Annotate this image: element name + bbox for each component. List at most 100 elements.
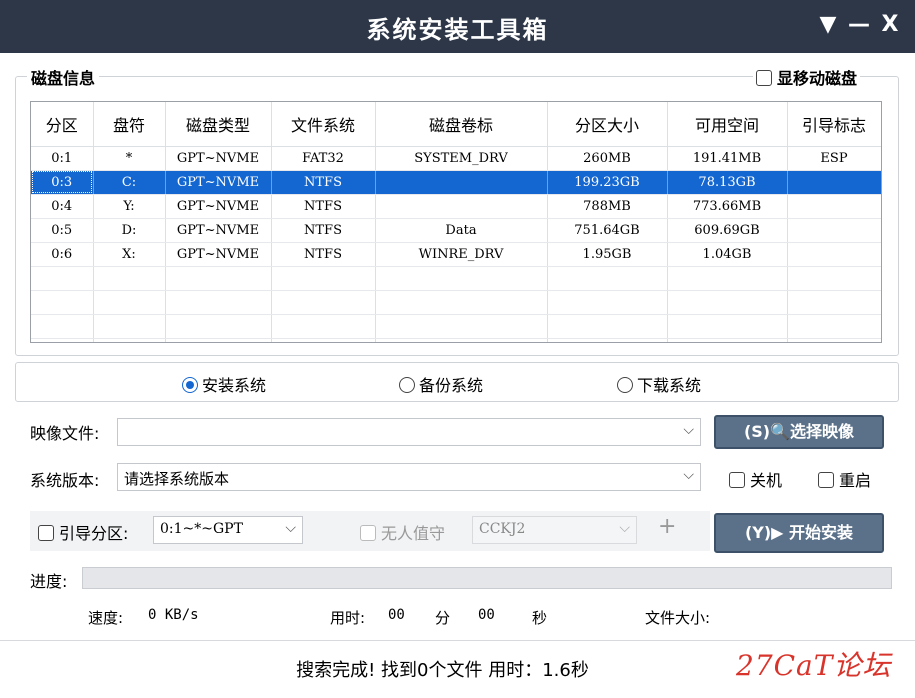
- progress-bar: [82, 567, 892, 589]
- unattended-checkbox[interactable]: 无人值守: [360, 520, 445, 544]
- minutes-unit: 分: [435, 609, 451, 627]
- checkbox-icon: [38, 525, 54, 541]
- table-cell: 0:3: [31, 170, 94, 195]
- backup-system-radio[interactable]: 备份系统: [399, 372, 483, 396]
- add-icon[interactable]: +: [658, 514, 676, 539]
- table-row[interactable]: 0:6 X: GPT~NVME NTFS WINRE_DRV 1.95GB 1.04GB: [31, 242, 881, 267]
- table-cell: [271, 314, 376, 339]
- table-cell: SYSTEM_DRV: [375, 146, 548, 171]
- table-cell: [787, 194, 881, 219]
- table-cell: [93, 314, 166, 339]
- backup-system-label: 备份系统: [419, 376, 484, 395]
- boot-partition-checkbox[interactable]: 引导分区:: [38, 520, 128, 544]
- table-cell: [165, 266, 272, 291]
- table-cell: [31, 290, 94, 315]
- table-cell: WINRE_DRV: [375, 242, 548, 267]
- table-cell: [93, 338, 166, 342]
- boot-partition-label: 引导分区:: [59, 524, 129, 543]
- table-cell: 260MB: [547, 146, 668, 171]
- elapsed-label: 用时:: [330, 609, 366, 627]
- table-cell: [667, 314, 788, 339]
- table-cell: [787, 242, 881, 267]
- chevron-down-icon[interactable]: ⌵: [683, 422, 694, 438]
- table-cell: 609.69GB: [667, 218, 788, 243]
- show-removable-label: 显移动磁盘: [777, 69, 858, 88]
- start-install-button[interactable]: (Y)▶ 开始安装: [714, 513, 884, 553]
- progress-label: 进度:: [30, 572, 68, 591]
- table-cell: [31, 266, 94, 291]
- radio-icon: [399, 377, 415, 393]
- column-header[interactable]: 分区大小: [547, 102, 668, 147]
- column-header[interactable]: 磁盘类型: [165, 102, 272, 147]
- column-header[interactable]: 分区: [31, 102, 94, 147]
- title-bar: 系统安装工具箱 ▼ — X: [0, 0, 915, 53]
- unattended-combo[interactable]: CCKJ2 ⌵: [472, 516, 637, 544]
- table-cell: [375, 290, 548, 315]
- shutdown-label: 关机: [750, 471, 783, 490]
- chevron-down-icon[interactable]: ⌵: [619, 520, 630, 536]
- table-cell: 788MB: [547, 194, 668, 219]
- table-cell: [667, 338, 788, 342]
- seconds-unit: 秒: [532, 609, 548, 627]
- table-cell: [787, 314, 881, 339]
- empty-row: [31, 266, 881, 291]
- restart-checkbox[interactable]: 重启: [818, 467, 871, 491]
- image-file-label: 映像文件:: [30, 424, 100, 443]
- minimize-icon[interactable]: —: [846, 12, 872, 37]
- table-cell: 191.41MB: [667, 146, 788, 171]
- shutdown-checkbox[interactable]: 关机: [729, 467, 782, 491]
- system-version-label: 系统版本:: [30, 471, 100, 490]
- column-header[interactable]: 磁盘卷标: [375, 102, 548, 147]
- radio-icon: [617, 377, 633, 393]
- table-cell: C:: [93, 170, 166, 195]
- table-cell: [787, 170, 881, 195]
- empty-row: [31, 314, 881, 339]
- table-cell: [667, 290, 788, 315]
- table-row[interactable]: 0:4 Y: GPT~NVME NTFS 788MB 773.66MB: [31, 194, 881, 219]
- table-cell: 0:5: [31, 218, 94, 243]
- chevron-down-icon[interactable]: ⌵: [285, 520, 296, 536]
- table-cell: 0:1: [31, 146, 94, 171]
- partition-table[interactable]: 分区 盘符 磁盘类型 文件系统 磁盘卷标 分区大小 可用空间 引导标志 0:1 * GPT~NVM…: [30, 101, 882, 343]
- table-cell: FAT32: [271, 146, 376, 171]
- table-cell: [375, 194, 548, 219]
- table-cell: [165, 314, 272, 339]
- show-removable-checkbox[interactable]: 显移动磁盘: [753, 65, 861, 89]
- close-icon[interactable]: X: [877, 12, 903, 37]
- column-header[interactable]: 引导标志: [787, 102, 881, 147]
- download-system-radio[interactable]: 下载系统: [617, 372, 701, 396]
- table-cell: 0:6: [31, 242, 94, 267]
- menu-dropdown-icon[interactable]: ▼: [815, 12, 841, 37]
- table-cell: NTFS: [271, 194, 376, 219]
- table-cell: 1.04GB: [667, 242, 788, 267]
- table-cell: GPT~NVME: [165, 194, 272, 219]
- system-version-combo[interactable]: 请选择系统版本 ⌵: [117, 463, 701, 491]
- select-image-button[interactable]: (S)🔍选择映像: [714, 415, 884, 449]
- table-row[interactable]: 0:1 * GPT~NVME FAT32 SYSTEM_DRV 260MB 191.41MB…: [31, 146, 881, 171]
- table-cell: 751.64GB: [547, 218, 668, 243]
- column-header[interactable]: 盘符: [93, 102, 166, 147]
- install-system-label: 安装系统: [202, 376, 267, 395]
- column-header[interactable]: 文件系统: [271, 102, 376, 147]
- column-header[interactable]: 可用空间: [667, 102, 788, 147]
- install-system-radio[interactable]: 安装系统: [182, 372, 266, 396]
- table-cell: [787, 218, 881, 243]
- table-cell: [93, 290, 166, 315]
- watermark-logo: 27CaT论坛: [736, 649, 892, 682]
- file-size-label: 文件大小:: [645, 609, 711, 627]
- table-cell: NTFS: [271, 170, 376, 195]
- table-row[interactable]: 0:3 C: GPT~NVME NTFS 199.23GB 78.13GB: [31, 170, 881, 195]
- boot-partition-value: 0:1~*~GPT: [160, 521, 243, 537]
- boot-partition-combo[interactable]: 0:1~*~GPT ⌵: [153, 516, 303, 544]
- disk-info-title: 磁盘信息: [27, 65, 100, 89]
- image-file-combo[interactable]: ⌵: [117, 418, 701, 446]
- table-cell: [547, 266, 668, 291]
- table-row[interactable]: 0:5 D: GPT~NVME NTFS Data 751.64GB 609.69GB: [31, 218, 881, 243]
- chevron-down-icon[interactable]: ⌵: [683, 467, 694, 483]
- table-cell: GPT~NVME: [165, 242, 272, 267]
- table-cell: [375, 170, 548, 195]
- table-cell: [375, 338, 548, 342]
- restart-label: 重启: [839, 471, 872, 490]
- table-body: 0:1 * GPT~NVME FAT32 SYSTEM_DRV 260MB 191.41MB…: [31, 146, 881, 342]
- table-cell: [93, 266, 166, 291]
